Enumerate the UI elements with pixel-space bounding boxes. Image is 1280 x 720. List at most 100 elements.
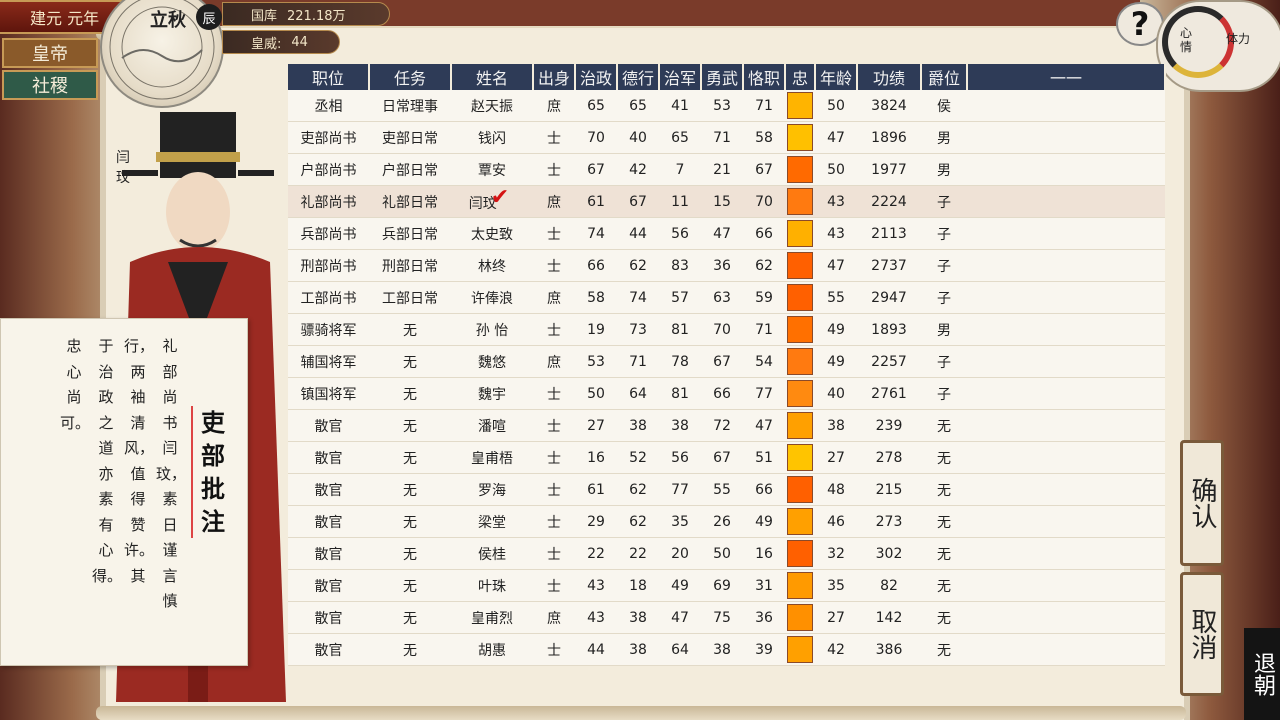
cell-name: 罗海 xyxy=(451,473,533,506)
cell-name: 皇甫梧 xyxy=(451,441,533,474)
cell-extra xyxy=(967,121,1165,154)
col-task[interactable]: 任务 xyxy=(369,64,452,90)
nav-emperor-button[interactable]: 皇帝 xyxy=(2,38,98,68)
table-row[interactable]: 兵部尚书 兵部日常 太史致 士 74 44 56 47 66 43 2113 子 xyxy=(288,217,1165,250)
table-row[interactable]: 礼部尚书 礼部日常 闫玟✔ 庶 61 67 11 15 70 43 2224 子 xyxy=(288,185,1165,218)
exit-court-button[interactable]: 退朝 xyxy=(1244,628,1280,720)
cell-diligence: 59 xyxy=(743,281,785,314)
cell-age-text: 55 xyxy=(827,289,845,306)
cell-admin-text: 16 xyxy=(587,449,605,466)
table-row[interactable]: 散官 无 梁堂 士 29 62 35 26 49 46 273 无 xyxy=(288,505,1165,538)
cell-name: 覃安 xyxy=(451,153,533,186)
col-merit[interactable]: 功绩 xyxy=(857,64,922,90)
table-row[interactable]: 辅国将军 无 魏悠 庶 53 71 78 67 54 49 2257 子 xyxy=(288,345,1165,378)
cell-admin-text: 19 xyxy=(587,321,605,338)
table-row[interactable]: 骠骑将军 无 孙 怡 士 19 73 81 70 71 49 1893 男 xyxy=(288,313,1165,346)
cell-valor-text: 63 xyxy=(713,289,731,306)
cell-rank-text: 无 xyxy=(937,418,951,435)
cell-loyalty xyxy=(785,217,815,250)
cell-military: 49 xyxy=(659,569,701,602)
col-origin[interactable]: 出身 xyxy=(533,64,576,90)
cell-extra xyxy=(967,345,1165,378)
col-age[interactable]: 年龄 xyxy=(815,64,858,90)
col-admin[interactable]: 治政 xyxy=(575,64,618,90)
table-row[interactable]: 工部尚书 工部日常 许俸浪 庶 58 74 57 63 59 55 2947 子 xyxy=(288,281,1165,314)
col-valor[interactable]: 勇武 xyxy=(701,64,744,90)
cell-task: 无 xyxy=(369,441,451,474)
cell-extra xyxy=(967,281,1165,314)
table-row[interactable]: 丞相 日常理事 赵天振 庶 65 65 41 53 71 50 3824 侯 xyxy=(288,90,1165,122)
cell-task-text: 无 xyxy=(403,610,417,627)
nav-state-button[interactable]: 社稷 xyxy=(2,70,98,100)
cell-rank-text: 子 xyxy=(937,290,951,307)
cell-loyalty xyxy=(785,601,815,634)
table-row[interactable]: 镇国将军 无 魏宇 士 50 64 81 66 77 40 2761 子 xyxy=(288,377,1165,410)
cell-admin: 50 xyxy=(575,377,617,410)
cell-age: 27 xyxy=(815,601,857,634)
cell-valor-text: 67 xyxy=(713,449,731,466)
cell-task-text: 吏部日常 xyxy=(382,130,438,147)
cell-diligence-text: 70 xyxy=(755,193,773,210)
cell-military: 81 xyxy=(659,377,701,410)
col-name[interactable]: 姓名 xyxy=(451,64,534,90)
cell-merit: 215 xyxy=(857,473,921,506)
col-virtue[interactable]: 德行 xyxy=(617,64,660,90)
table-row[interactable]: 散官 无 皇甫梧 士 16 52 56 67 51 27 278 无 xyxy=(288,441,1165,474)
cell-post-text: 散官 xyxy=(314,546,343,563)
cell-merit-text: 2737 xyxy=(871,257,907,274)
cell-extra xyxy=(967,409,1165,442)
table-row[interactable]: 吏部尚书 吏部日常 钱闪 士 70 40 65 71 58 47 1896 男 xyxy=(288,121,1165,154)
cell-origin-text: 庶 xyxy=(547,290,561,307)
cell-diligence-text: 71 xyxy=(755,321,773,338)
cell-rank-text: 无 xyxy=(937,514,951,531)
cell-merit-text: 386 xyxy=(875,641,903,658)
col-loyalty[interactable]: 忠 xyxy=(785,64,816,90)
cell-rank-text: 子 xyxy=(937,258,951,275)
cell-diligence: 62 xyxy=(743,249,785,282)
loyalty-bar xyxy=(787,220,813,247)
cell-post: 刑部尚书 xyxy=(288,249,369,282)
cell-valor: 67 xyxy=(701,441,743,474)
table-row[interactable]: 散官 无 叶珠 士 43 18 49 69 31 35 82 无 xyxy=(288,569,1165,602)
cell-rank: 男 xyxy=(921,313,967,346)
cell-age-text: 35 xyxy=(827,577,845,594)
cell-name-text: 魏宇 xyxy=(478,386,506,403)
confirm-button[interactable]: 确认 xyxy=(1180,440,1224,566)
table-row[interactable]: 散官 无 罗海 士 61 62 77 55 66 48 215 无 xyxy=(288,473,1165,506)
cell-valor: 50 xyxy=(701,537,743,570)
cell-military-text: 35 xyxy=(671,513,689,530)
col-diligence[interactable]: 恪职 xyxy=(743,64,786,90)
table-row[interactable]: 刑部尚书 刑部日常 林终 士 66 62 83 36 62 47 2737 子 xyxy=(288,249,1165,282)
cell-post-text: 散官 xyxy=(314,418,343,435)
cell-post: 工部尚书 xyxy=(288,281,369,314)
table-row[interactable]: 散官 无 侯桂 士 22 22 20 50 16 32 302 无 xyxy=(288,537,1165,570)
cell-military: 78 xyxy=(659,345,701,378)
cell-admin-text: 43 xyxy=(587,577,605,594)
col-military[interactable]: 治军 xyxy=(659,64,702,90)
col-rank[interactable]: 爵位 xyxy=(921,64,968,90)
cell-diligence: 54 xyxy=(743,345,785,378)
cell-rank: 男 xyxy=(921,121,967,154)
cell-diligence-text: 31 xyxy=(755,577,773,594)
cell-diligence: 58 xyxy=(743,121,785,154)
col-extra[interactable]: 一一 xyxy=(967,64,1166,90)
loyalty-bar xyxy=(787,316,813,343)
cell-military-text: 83 xyxy=(671,257,689,274)
table-row[interactable]: 户部尚书 户部日常 覃安 士 67 42 7 21 67 50 1977 男 xyxy=(288,153,1165,186)
cancel-button[interactable]: 取消 xyxy=(1180,572,1224,696)
table-row[interactable]: 散官 无 皇甫烈 庶 43 38 47 75 36 27 142 无 xyxy=(288,601,1165,634)
col-post[interactable]: 职位 xyxy=(288,64,370,90)
table-row[interactable]: 散官 无 胡惠 士 44 38 64 38 39 42 386 无 xyxy=(288,633,1165,666)
cell-name-text: 皇甫烈 xyxy=(471,610,513,627)
table-row[interactable]: 散官 无 潘喧 士 27 38 38 72 47 38 239 无 xyxy=(288,409,1165,442)
cell-post: 散官 xyxy=(288,633,369,666)
cell-task-text: 礼部日常 xyxy=(382,194,438,211)
cell-name-text: 林终 xyxy=(478,258,506,275)
cell-origin-text: 士 xyxy=(547,418,561,435)
cell-origin: 士 xyxy=(533,569,575,602)
cell-valor: 69 xyxy=(701,569,743,602)
cell-admin: 43 xyxy=(575,601,617,634)
loyalty-bar xyxy=(787,348,813,375)
cell-merit: 1896 xyxy=(857,121,921,154)
cell-task-text: 兵部日常 xyxy=(382,226,438,243)
